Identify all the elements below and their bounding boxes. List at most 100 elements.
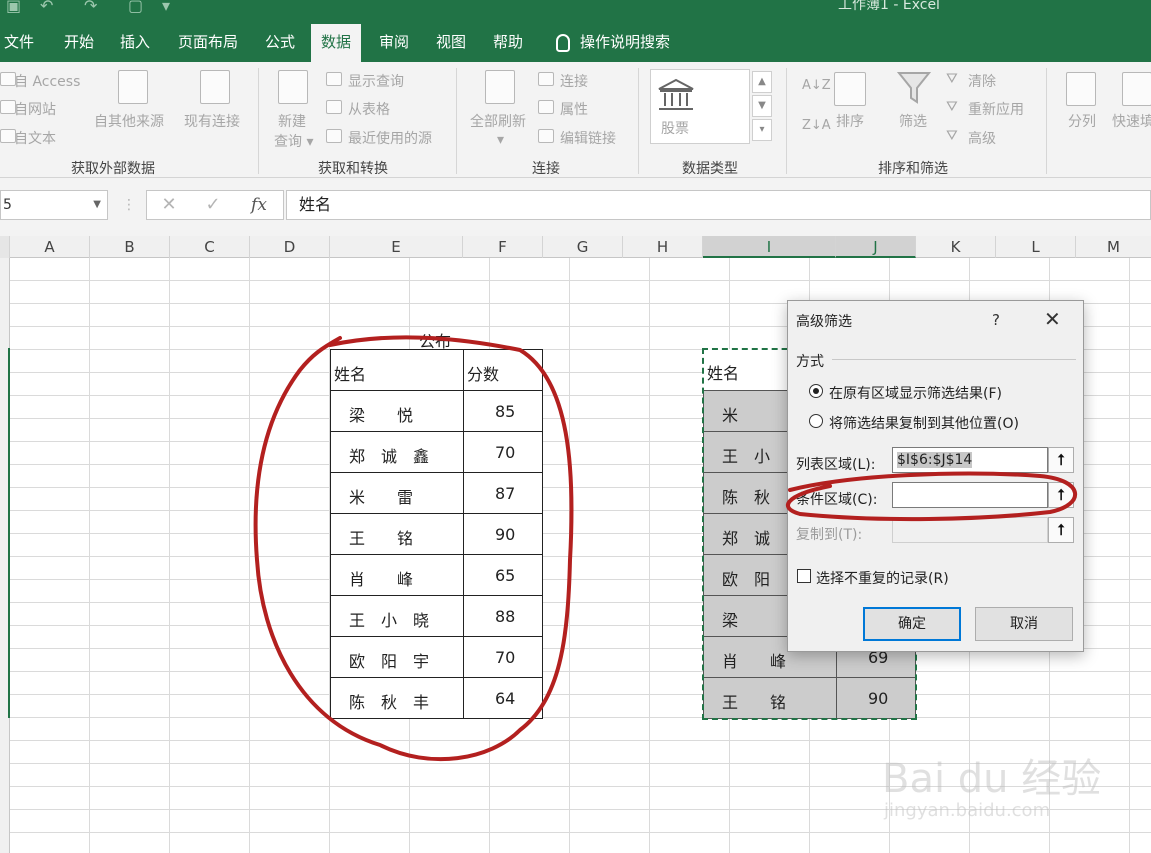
table-row-name[interactable]: 郑 诚 鑫 [330,431,464,473]
redo-icon[interactable]: ↷ [84,0,97,15]
new-query-button[interactable]: 新建 [278,111,306,131]
formula-bar-menu-icon[interactable]: ⋮ [114,190,144,220]
close-button[interactable]: ✕ [1044,307,1061,331]
edit-links-button[interactable]: 编辑链接 [560,128,616,148]
table-row-name[interactable]: 梁 悦 [330,390,464,432]
sort-za-icon[interactable]: Z↓A [802,118,831,133]
tab-view[interactable]: 视图 [426,24,476,62]
list-row-name[interactable]: 王 铭 [703,677,837,719]
help-button[interactable]: ? [992,311,1000,329]
formula-input[interactable]: 姓名 [286,190,1151,220]
table-row-score[interactable]: 87 [463,472,543,514]
save-icon[interactable]: ▣ [6,0,21,15]
filter-in-place-label[interactable]: 在原有区域显示筛选结果(F) [829,383,1002,403]
table-row-score[interactable]: 85 [463,390,543,432]
advanced-filter-button[interactable]: 高级 [968,128,996,148]
unique-records-checkbox[interactable] [797,569,811,583]
table-row-name[interactable]: 王 铭 [330,513,464,555]
tab-file[interactable]: 文件 [0,24,44,62]
tab-review[interactable]: 审阅 [369,24,419,62]
gallery-more-button[interactable]: ▾ [752,119,772,141]
table-row-score[interactable]: 90 [463,513,543,555]
column-header-f[interactable]: F [463,236,543,258]
from-access-button[interactable]: 自 Access [14,71,80,91]
header-cell-score[interactable]: 分数 [463,349,543,391]
column-header-l[interactable]: L [996,236,1076,258]
filter-in-place-radio[interactable] [809,384,823,398]
list-range-input[interactable]: $I$6:$J$14 [892,447,1048,473]
unique-records-label[interactable]: 选择不重复的记录(R) [816,568,949,588]
table-row-score[interactable]: 64 [463,677,543,719]
tab-tell-me[interactable]: 操作说明搜索 [546,24,680,62]
table-row-score[interactable]: 70 [463,431,543,473]
criteria-range-input[interactable] [892,482,1048,508]
tab-help[interactable]: 帮助 [483,24,533,62]
from-other-sources-button[interactable]: 自其他来源 [94,111,164,131]
insert-function-icon[interactable]: fx [244,190,274,220]
from-text-button[interactable]: 自文本 [14,128,56,148]
flash-fill-button[interactable]: 快速填 [1112,111,1151,131]
table-row-name[interactable]: 王 小 晓 [330,595,464,637]
copy-to-location-radio[interactable] [809,414,823,428]
show-queries-button[interactable]: 显示查询 [348,71,404,91]
cancel-button[interactable]: 取消 [975,607,1073,641]
reapply-button[interactable]: 重新应用 [968,99,1024,119]
refresh-all-dropdown[interactable]: ▾ [497,132,504,148]
stocks-gallery[interactable]: 股票 [650,69,750,144]
existing-connections-button[interactable]: 现有连接 [184,111,240,131]
column-header-e[interactable]: E [330,236,463,258]
cancel-icon[interactable]: ✕ [154,190,184,220]
table-row-score[interactable]: 65 [463,554,543,596]
filter-button[interactable]: 筛选 [899,111,927,131]
customize-toolbar-icon[interactable]: ▾ [162,0,170,15]
table-row-score[interactable]: 88 [463,595,543,637]
column-header-a[interactable]: A [10,236,90,258]
connections-button[interactable]: 连接 [560,71,588,91]
list-range-collapse-icon[interactable]: ⭡ [1048,447,1074,473]
new-query-dropdown[interactable]: 查询 ▾ [274,131,313,151]
column-header-h[interactable]: H [623,236,703,258]
column-header-k[interactable]: K [916,236,996,258]
ok-button[interactable]: 确定 [863,607,961,641]
header-cell-name[interactable]: 姓名 [330,349,464,391]
table-row-name[interactable]: 陈 秋 丰 [330,677,464,719]
undo-icon[interactable]: ↶ [40,0,53,15]
properties-button[interactable]: 属性 [560,99,588,119]
gallery-down-button[interactable]: ▼ [752,95,772,117]
advanced-filter-dialog[interactable]: 高级筛选 ? ✕ 方式 在原有区域显示筛选结果(F) 将筛选结果复制到其他位置(… [787,300,1084,652]
criteria-range-collapse-icon[interactable]: ⭡ [1048,482,1074,508]
tab-home[interactable]: 开始 [54,24,104,62]
list-row-score[interactable]: 90 [836,677,916,719]
clear-filter-button[interactable]: 清除 [968,71,996,91]
copy-to-collapse-icon[interactable]: ⭡ [1048,517,1074,543]
select-all-corner[interactable] [0,236,10,258]
refresh-all-button[interactable]: 全部刷新 [470,111,526,131]
tab-page-layout[interactable]: 页面布局 [168,24,248,62]
tab-formulas[interactable]: 公式 [255,24,305,62]
gallery-up-button[interactable]: ▲ [752,71,772,93]
copy-to-location-label[interactable]: 将筛选结果复制到其他位置(O) [829,413,1019,433]
from-web-button[interactable]: 自网站 [14,99,56,119]
table-row-name[interactable]: 欧 阳 宇 [330,636,464,678]
table-row-name[interactable]: 米 雷 [330,472,464,514]
sort-button[interactable]: 排序 [836,111,864,131]
name-box[interactable]: 5 ▼ [0,190,108,220]
column-header-j[interactable]: J [836,236,916,258]
table-row-name[interactable]: 肖 峰 [330,554,464,596]
name-box-dropdown-icon[interactable]: ▼ [93,191,101,219]
column-header-d[interactable]: D [250,236,330,258]
enter-icon[interactable]: ✓ [198,190,228,220]
column-header-i[interactable]: I [703,236,836,258]
column-header-g[interactable]: G [543,236,623,258]
tab-data[interactable]: 数据 [311,24,362,62]
column-header-c[interactable]: C [170,236,250,258]
tab-insert[interactable]: 插入 [110,24,160,62]
new-file-icon[interactable]: ▢ [128,0,143,15]
text-to-columns-button[interactable]: 分列 [1068,111,1096,131]
from-table-button[interactable]: 从表格 [348,99,390,119]
column-header-m[interactable]: M [1076,236,1151,258]
recent-sources-button[interactable]: 最近使用的源 [348,128,432,148]
sort-az-icon[interactable]: A↓Z [802,78,831,93]
table-row-score[interactable]: 70 [463,636,543,678]
column-header-b[interactable]: B [90,236,170,258]
